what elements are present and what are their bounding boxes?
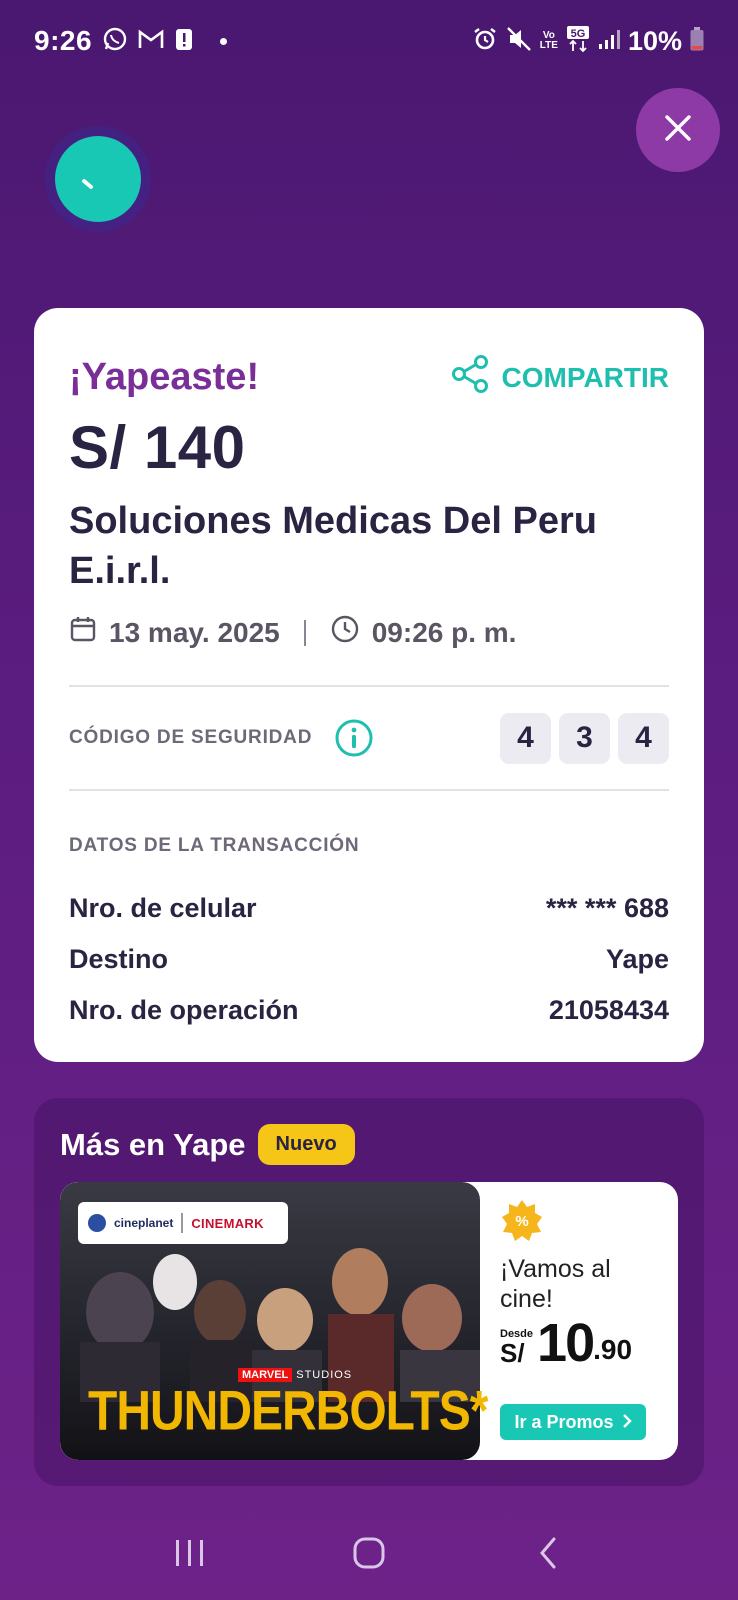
gmail-icon <box>138 28 164 55</box>
payment-datetime: 13 may. 2025 09:26 p. m. <box>69 614 669 651</box>
transaction-title: DATOS DE LA TRANSACCIÓN <box>69 835 360 856</box>
discount-badge-icon: % <box>500 1198 544 1247</box>
phone-value: *** *** 688 <box>545 893 669 923</box>
check-icon <box>55 136 141 222</box>
payment-amount: S/ 140 <box>69 414 246 481</box>
volte-icon: Vo LTE <box>539 30 558 51</box>
share-icon <box>450 354 490 401</box>
chevron-right-icon <box>622 1412 632 1433</box>
price-currency: S/ <box>500 1338 525 1368</box>
network-5g-icon: 5G <box>566 25 590 58</box>
operation-value: 21058434 <box>548 995 669 1025</box>
share-label: COMPARTIR <box>501 361 669 393</box>
home-button[interactable] <box>339 1525 399 1585</box>
phone-label: Nro. de celular <box>69 893 257 923</box>
promo-headline: ¡Vamos al cine! <box>500 1255 611 1313</box>
security-code-digit: 3 <box>559 712 610 764</box>
more-in-yape-section: Más en Yape Nuevo cineplanet CINEMARK MA… <box>34 1098 704 1486</box>
alert-icon <box>174 26 194 57</box>
transaction-row: Destino Yape <box>69 934 669 985</box>
security-code-digit: 4 <box>618 712 669 764</box>
datetime-separator <box>303 619 306 646</box>
logo-separator <box>181 1213 184 1233</box>
notification-dot-icon <box>220 37 228 45</box>
svg-text:%: % <box>515 1213 528 1230</box>
security-code: 4 3 4 <box>500 712 669 764</box>
mute-icon <box>506 26 532 57</box>
security-code-label: CÓDIGO DE SEGURIDAD <box>69 727 313 748</box>
back-button[interactable] <box>518 1525 578 1585</box>
security-code-row: CÓDIGO DE SEGURIDAD 4 3 4 <box>69 687 669 789</box>
movie-poster-image: cineplanet CINEMARK MARVEL STUDIOS THUND… <box>60 1182 488 1460</box>
cineplanet-logo-icon <box>88 1214 106 1232</box>
transaction-details: Nro. de celular *** *** 688 Destino Yape… <box>69 883 669 1036</box>
brand-cineplanet: cineplanet <box>114 1216 174 1230</box>
movie-title: THUNDERBOLTS* <box>88 1381 488 1443</box>
promo-details: % ¡Vamos al cine! Desde S/ 10 .90 Ir a P… <box>500 1182 678 1460</box>
status-time: 9:26 <box>34 25 93 56</box>
price-decimal: .90 <box>593 1334 633 1365</box>
share-button[interactable]: COMPARTIR <box>450 354 669 401</box>
close-icon <box>663 113 693 148</box>
receipt-card: ¡Yapeaste! COMPARTIR S/ 140 Soluciones M… <box>34 308 704 1062</box>
promo-banner[interactable]: cineplanet CINEMARK MARVEL STUDIOS THUND… <box>60 1182 678 1460</box>
whatsapp-icon <box>102 26 128 57</box>
cinema-logo: cineplanet CINEMARK <box>78 1202 288 1244</box>
recent-apps-icon <box>172 1537 208 1574</box>
back-icon <box>536 1535 560 1576</box>
operation-label: Nro. de operación <box>69 995 299 1025</box>
success-indicator <box>45 126 151 232</box>
destination-value: Yape <box>605 944 669 974</box>
price-integer: 10 <box>537 1313 595 1373</box>
new-badge: Nuevo <box>257 1124 355 1165</box>
signal-icon <box>598 28 620 55</box>
go-to-promos-button[interactable]: Ir a Promos <box>500 1404 646 1440</box>
recent-apps-button[interactable] <box>160 1525 220 1585</box>
svg-text:5G: 5G <box>571 28 586 40</box>
brand-cinemark: CINEMARK <box>191 1215 264 1231</box>
alarm-icon <box>472 26 498 57</box>
divider <box>69 789 669 791</box>
payment-date: 13 may. 2025 <box>109 616 280 648</box>
clock-icon <box>330 614 360 651</box>
destination-label: Destino <box>69 944 169 974</box>
battery-icon <box>690 26 704 56</box>
close-button[interactable] <box>636 88 720 172</box>
calendar-icon <box>69 615 97 650</box>
status-bar: 9:26 Vo LTE 5G 10% <box>0 0 738 82</box>
security-code-digit: 4 <box>500 712 551 764</box>
receipt-title: ¡Yapeaste! <box>69 356 260 398</box>
promo-price: Desde S/ 10 .90 <box>500 1316 632 1370</box>
transaction-row: Nro. de operación 21058434 <box>69 985 669 1036</box>
battery-percent: 10% <box>627 25 682 56</box>
payment-time: 09:26 p. m. <box>371 616 517 648</box>
transaction-row: Nro. de celular *** *** 688 <box>69 883 669 934</box>
system-navigation-bar <box>0 1510 738 1600</box>
home-icon <box>351 1535 387 1576</box>
section-title: Más en Yape <box>60 1126 246 1162</box>
info-icon[interactable] <box>334 718 374 758</box>
merchant-name: Soluciones Medicas Del Peru E.i.r.l. <box>69 500 597 592</box>
promo-button-label: Ir a Promos <box>514 1411 614 1432</box>
